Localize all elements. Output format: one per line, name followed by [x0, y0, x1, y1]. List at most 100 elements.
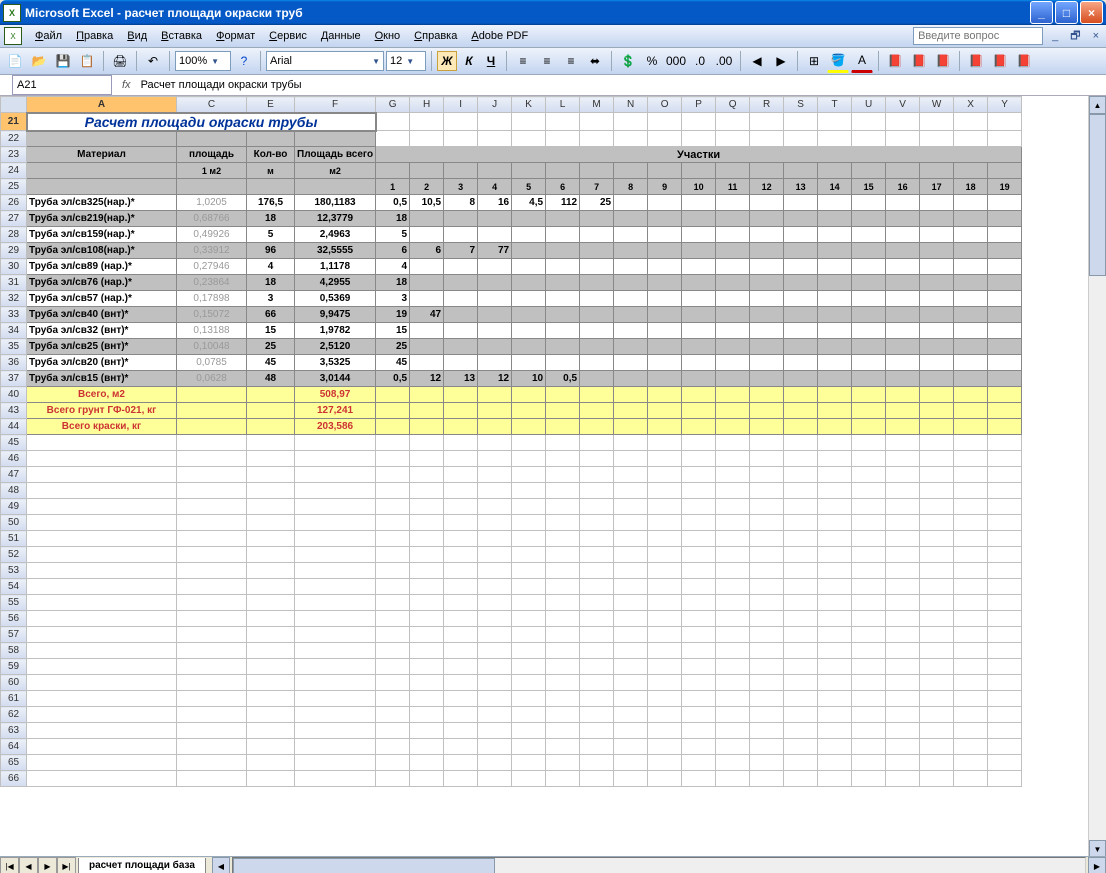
cell-section[interactable] [478, 355, 512, 371]
cell[interactable] [886, 659, 920, 675]
cell-section[interactable] [512, 355, 546, 371]
cell-section[interactable] [512, 307, 546, 323]
cell-section[interactable] [580, 323, 614, 339]
cell-section[interactable] [614, 307, 648, 323]
cell-section[interactable] [648, 259, 682, 275]
cell[interactable] [247, 643, 295, 659]
cell[interactable] [512, 659, 546, 675]
cell[interactable] [818, 755, 852, 771]
cell-total[interactable]: 180,1183 [295, 195, 376, 211]
section-1[interactable]: 1 [376, 179, 410, 195]
cell[interactable] [444, 547, 478, 563]
cell[interactable] [750, 755, 784, 771]
pdf-button-6[interactable]: 📕 [1013, 50, 1035, 72]
row-header-45[interactable]: 45 [1, 435, 27, 451]
section-2[interactable]: 2 [410, 179, 444, 195]
control-icon[interactable]: X [4, 27, 22, 45]
cell[interactable] [376, 451, 410, 467]
cell[interactable] [410, 595, 444, 611]
row-header-64[interactable]: 64 [1, 739, 27, 755]
cell-section[interactable] [954, 211, 988, 227]
cell[interactable] [648, 723, 682, 739]
cell[interactable] [27, 579, 177, 595]
cell[interactable] [478, 611, 512, 627]
cell-qty[interactable]: 48 [247, 371, 295, 387]
row-header-29[interactable]: 29 [1, 243, 27, 259]
cell[interactable] [818, 611, 852, 627]
cell[interactable] [682, 451, 716, 467]
cell-section[interactable] [784, 339, 818, 355]
cell-total[interactable]: 2,4963 [295, 227, 376, 243]
row-header-24[interactable]: 24 [1, 163, 27, 179]
row-header-43[interactable]: 43 [1, 403, 27, 419]
cell-section[interactable] [988, 195, 1022, 211]
pdf-button-1[interactable]: 📕 [884, 50, 906, 72]
hscroll-track[interactable] [232, 857, 1086, 873]
cell-section[interactable] [648, 355, 682, 371]
cell-name[interactable]: Труба эл/св20 (внт)* [27, 355, 177, 371]
fill-color-button[interactable]: 🪣 [827, 49, 849, 73]
cell[interactable] [648, 547, 682, 563]
cell[interactable] [27, 483, 177, 499]
cell[interactable] [954, 659, 988, 675]
col-header-C[interactable]: C [177, 97, 247, 113]
cell[interactable] [546, 579, 580, 595]
cell[interactable] [988, 643, 1022, 659]
cell-total[interactable]: 1,9782 [295, 323, 376, 339]
cell-section[interactable] [750, 195, 784, 211]
cell[interactable] [247, 707, 295, 723]
cell-section[interactable] [512, 211, 546, 227]
cell[interactable] [444, 435, 478, 451]
cell[interactable] [682, 547, 716, 563]
cell[interactable] [716, 467, 750, 483]
cell[interactable] [295, 515, 376, 531]
cell[interactable] [886, 595, 920, 611]
cell[interactable] [920, 627, 954, 643]
font-size-combo[interactable]: 12▼ [386, 51, 426, 71]
cell-section[interactable]: 112 [546, 195, 580, 211]
cell[interactable] [478, 675, 512, 691]
cell[interactable] [818, 659, 852, 675]
cell-section[interactable] [580, 307, 614, 323]
cell-section[interactable] [648, 227, 682, 243]
cell[interactable] [478, 707, 512, 723]
cell-section[interactable] [614, 195, 648, 211]
cell[interactable] [410, 771, 444, 787]
cell[interactable] [478, 579, 512, 595]
cell[interactable] [614, 595, 648, 611]
cell[interactable] [920, 467, 954, 483]
cell[interactable] [886, 451, 920, 467]
cell-section[interactable] [546, 227, 580, 243]
cell-section[interactable] [716, 227, 750, 243]
cell[interactable] [818, 707, 852, 723]
cell[interactable] [376, 643, 410, 659]
col-header-X[interactable]: X [954, 97, 988, 113]
cell-name[interactable]: Труба эл/св159(нар.)* [27, 227, 177, 243]
cell[interactable] [988, 499, 1022, 515]
cell[interactable] [478, 755, 512, 771]
cell-section[interactable] [886, 243, 920, 259]
cell-section[interactable] [852, 307, 886, 323]
cell[interactable] [886, 483, 920, 499]
cell[interactable] [410, 467, 444, 483]
cell[interactable] [852, 563, 886, 579]
row-header-50[interactable]: 50 [1, 515, 27, 531]
cell[interactable] [920, 595, 954, 611]
cell[interactable] [177, 595, 247, 611]
cell[interactable] [818, 579, 852, 595]
underline-button[interactable]: Ч [481, 51, 501, 71]
cell[interactable] [988, 483, 1022, 499]
cell[interactable] [954, 643, 988, 659]
cell[interactable] [886, 675, 920, 691]
worksheet-grid[interactable]: ACEFGHIJKLMNOPQRSTUVWXY21Расчет площади … [0, 96, 1106, 856]
cell[interactable] [682, 771, 716, 787]
cell[interactable] [410, 739, 444, 755]
close-button[interactable]: × [1080, 1, 1103, 24]
section-16[interactable]: 16 [886, 179, 920, 195]
col-header-A[interactable]: A [27, 97, 177, 113]
row-header-57[interactable]: 57 [1, 627, 27, 643]
cell-section[interactable] [478, 227, 512, 243]
cell[interactable] [177, 515, 247, 531]
cell-section[interactable] [852, 243, 886, 259]
cell[interactable] [295, 707, 376, 723]
